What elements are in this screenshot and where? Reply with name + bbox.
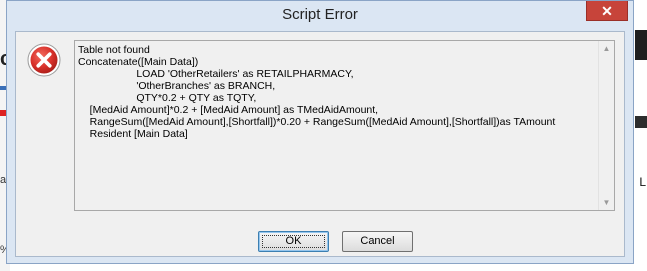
ok-button-label: OK xyxy=(285,235,302,247)
message-line: [MedAid Amount]*0.2 + [MedAid Amount] as… xyxy=(78,104,379,116)
dialog-body: Table not found Concatenate([Main Data])… xyxy=(15,31,625,257)
screen: c a % L Script Error ✕ xyxy=(0,0,647,271)
ok-button[interactable]: OK xyxy=(258,231,329,252)
message-line: 'OtherBranches' as BRANCH, xyxy=(78,80,276,92)
scroll-down-arrow-icon[interactable]: ▼ xyxy=(599,195,614,210)
error-message-text: Table not found Concatenate([Main Data])… xyxy=(78,44,596,208)
close-button[interactable]: ✕ xyxy=(586,1,628,21)
error-icon xyxy=(27,43,61,77)
background-dark-panel xyxy=(635,30,647,60)
close-icon: ✕ xyxy=(601,3,613,19)
message-line: Resident [Main Data] xyxy=(78,128,188,140)
message-line: Concatenate([Main Data]) xyxy=(78,56,199,68)
vertical-scrollbar[interactable]: ▲ ▼ xyxy=(598,41,614,210)
message-line: Table not found xyxy=(78,44,150,56)
cancel-button[interactable]: Cancel xyxy=(342,231,413,252)
title-bar[interactable]: Script Error ✕ xyxy=(7,1,633,31)
scroll-up-arrow-icon[interactable]: ▲ xyxy=(599,41,614,56)
message-line: QTY*0.2 + QTY as TQTY, xyxy=(78,92,257,104)
background-text-fragment: L xyxy=(639,175,646,189)
message-line: RangeSum([MedAid Amount],[Shortfall])*0.… xyxy=(78,116,556,128)
message-line: LOAD 'OtherRetailers' as RETAILPHARMACY, xyxy=(78,68,354,80)
dialog-title: Script Error xyxy=(282,6,358,23)
background-dark-block xyxy=(635,116,647,128)
script-error-dialog: Script Error ✕ Table not found Concatena… xyxy=(6,0,634,264)
error-message-textbox[interactable]: Table not found Concatenate([Main Data])… xyxy=(74,40,615,211)
background-app-right-edge: L xyxy=(635,0,647,271)
